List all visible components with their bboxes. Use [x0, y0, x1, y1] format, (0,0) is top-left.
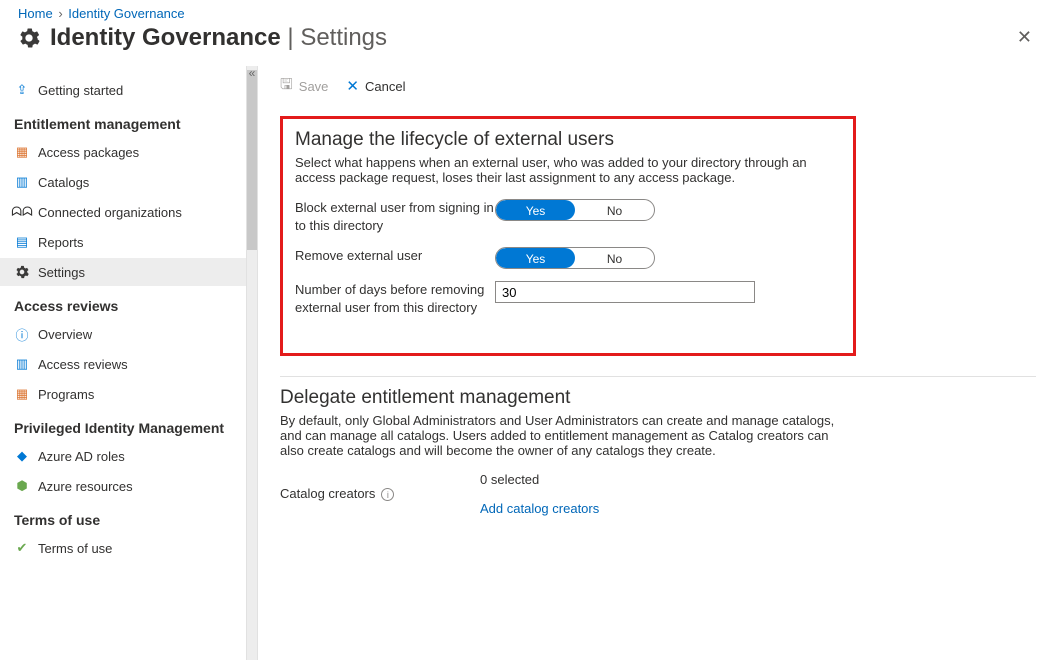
page-subtitle: Settings [300, 24, 387, 51]
diamond-icon: ◆ [14, 448, 30, 464]
section-title-lifecycle: Manage the lifecycle of external users [295, 129, 841, 151]
toggle-yes[interactable]: Yes [496, 200, 575, 220]
add-catalog-creators-link[interactable]: Add catalog creators [480, 501, 599, 516]
toggle-yes[interactable]: Yes [496, 248, 575, 268]
scrollbar-thumb[interactable] [247, 70, 257, 250]
sidebar-item-label: Azure AD roles [38, 449, 125, 464]
info-icon[interactable]: i [381, 488, 394, 501]
sidebar-section-pim: Privileged Identity Management [0, 410, 246, 440]
close-icon[interactable]: ✕ [1013, 23, 1036, 52]
sidebar-section-terms: Terms of use [0, 502, 246, 532]
sidebar-item-reports[interactable]: ▤ Reports [0, 228, 246, 256]
sidebar-item-programs[interactable]: ▦ Programs [0, 380, 246, 408]
page-header: Identity Governance | Settings ✕ [0, 21, 1054, 66]
sidebar-item-label: Catalogs [38, 175, 89, 190]
chevron-right-icon: › [58, 6, 62, 21]
block-signin-label: Block external user from signing in to t… [295, 199, 495, 235]
section-desc-delegate: By default, only Global Administrators a… [280, 413, 840, 458]
days-label: Number of days before removing external … [295, 281, 495, 317]
sidebar-item-overview[interactable]: ⓘ Overview [0, 320, 246, 348]
sidebar-item-label: Overview [38, 327, 92, 342]
days-input[interactable] [495, 281, 755, 303]
collapse-icon[interactable]: « [242, 66, 246, 80]
sidebar-item-azure-resources[interactable]: ⬢ Azure resources [0, 472, 246, 500]
remove-user-label: Remove external user [295, 247, 495, 265]
catalog-icon: ▥ [14, 174, 30, 190]
remove-user-toggle[interactable]: Yes No [495, 247, 655, 269]
sidebar-item-label: Programs [38, 387, 94, 402]
sidebar-item-label: Azure resources [38, 479, 133, 494]
save-button[interactable]: 🖫 Save [280, 74, 328, 99]
sidebar-item-terms-of-use[interactable]: ✔ Terms of use [0, 534, 246, 562]
sidebar-item-access-packages[interactable]: ▦ Access packages [0, 138, 246, 166]
toolbar: 🖫 Save ✕ Cancel [262, 66, 1054, 106]
breadcrumb: Home › Identity Governance [0, 0, 1054, 21]
sidebar-item-label: Access packages [38, 145, 139, 160]
block-signin-toggle[interactable]: Yes No [495, 199, 655, 221]
sidebar: « ⇪ Getting started Entitlement manageme… [0, 66, 246, 660]
lifecycle-section-highlight: Manage the lifecycle of external users S… [280, 116, 856, 356]
sidebar-item-label: Getting started [38, 83, 123, 98]
org-icon: ᗣᗣ [14, 204, 30, 220]
toggle-no[interactable]: No [575, 248, 654, 268]
sidebar-section-access-reviews: Access reviews [0, 288, 246, 318]
sidebar-item-settings[interactable]: Settings [0, 258, 246, 286]
sidebar-section-entitlement: Entitlement management [0, 106, 246, 136]
save-icon: 🖫 [280, 74, 293, 99]
review-icon: ▥ [14, 356, 30, 372]
check-icon: ✔ [14, 540, 30, 556]
sidebar-item-getting-started[interactable]: ⇪ Getting started [0, 76, 246, 104]
info-icon: ⓘ [14, 326, 30, 342]
cancel-icon: ✕ [346, 77, 359, 95]
gear-icon [14, 264, 30, 280]
sidebar-item-label: Terms of use [38, 541, 112, 556]
sidebar-scrollbar[interactable] [246, 66, 258, 660]
catalog-creators-label: Catalog creators i [280, 485, 480, 503]
sidebar-item-label: Access reviews [38, 357, 128, 372]
sidebar-item-access-reviews[interactable]: ▥ Access reviews [0, 350, 246, 378]
resources-icon: ⬢ [14, 478, 30, 494]
breadcrumb-current[interactable]: Identity Governance [68, 6, 184, 21]
sidebar-item-azure-ad-roles[interactable]: ◆ Azure AD roles [0, 442, 246, 470]
cancel-button[interactable]: ✕ Cancel [346, 77, 405, 95]
reports-icon: ▤ [14, 234, 30, 250]
programs-icon: ▦ [14, 386, 30, 402]
sidebar-item-catalogs[interactable]: ▥ Catalogs [0, 168, 246, 196]
toggle-no[interactable]: No [575, 200, 654, 220]
gear-icon [18, 27, 40, 49]
main-content: 🖫 Save ✕ Cancel Manage the lifecycle of … [262, 66, 1054, 660]
breadcrumb-home[interactable]: Home [18, 6, 53, 21]
package-icon: ▦ [14, 144, 30, 160]
save-label: Save [299, 79, 329, 94]
page-title: Identity Governance | Settings [50, 24, 387, 52]
section-desc-lifecycle: Select what happens when an external use… [295, 155, 841, 185]
section-title-delegate: Delegate entitlement management [280, 387, 1036, 409]
rocket-icon: ⇪ [14, 82, 30, 98]
sidebar-item-label: Settings [38, 265, 85, 280]
sidebar-item-connected-orgs[interactable]: ᗣᗣ Connected organizations [0, 198, 246, 226]
sidebar-item-label: Connected organizations [38, 205, 182, 220]
sidebar-item-label: Reports [38, 235, 84, 250]
catalog-creators-selected: 0 selected [480, 472, 599, 487]
cancel-label: Cancel [365, 79, 405, 94]
